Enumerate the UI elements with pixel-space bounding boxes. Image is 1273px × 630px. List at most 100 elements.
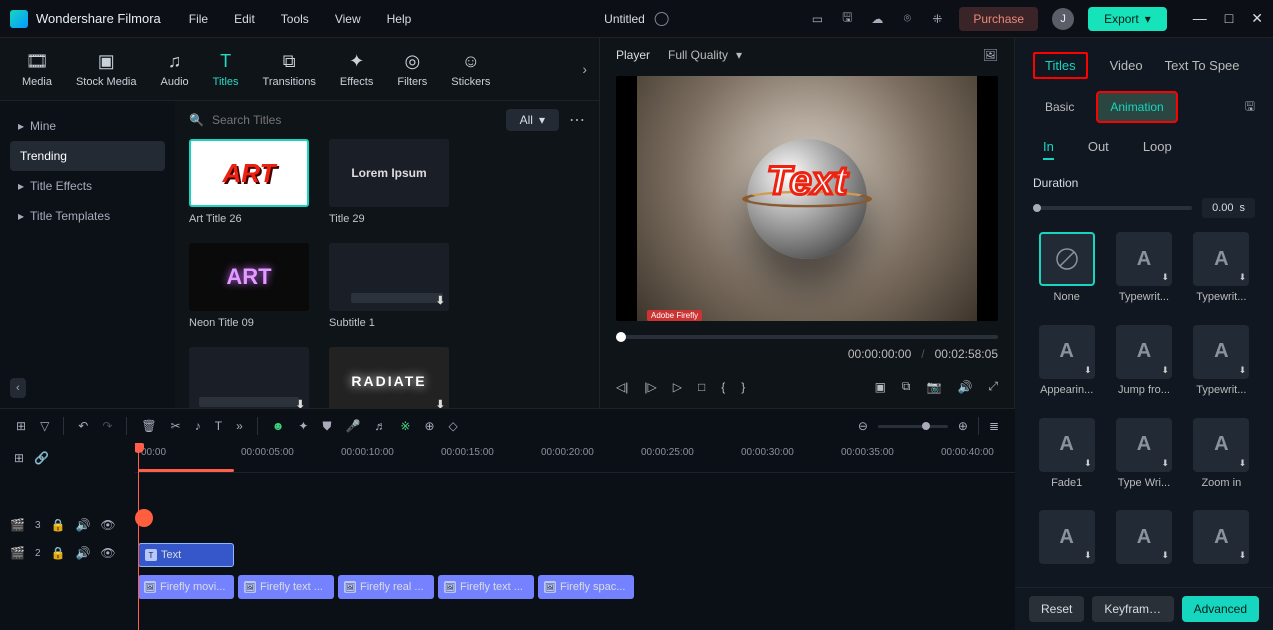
- prev-frame-icon[interactable]: ◁|: [616, 380, 628, 394]
- keyframe-icon[interactable]: ◇: [449, 419, 458, 433]
- anim-preset[interactable]: A⬇: [1188, 510, 1255, 579]
- save-icon[interactable]: 🖫: [839, 11, 855, 27]
- play-icon[interactable]: ▷: [673, 380, 682, 394]
- enhance-icon[interactable]: ✦: [298, 419, 308, 433]
- anim-preset[interactable]: A⬇Type Wri...: [1110, 418, 1177, 499]
- zoom-in-icon[interactable]: ⊕: [958, 419, 968, 433]
- anim-preset-none[interactable]: None: [1033, 232, 1100, 313]
- anim-preset[interactable]: A⬇: [1110, 510, 1177, 579]
- tab-audio[interactable]: ♫Audio: [151, 46, 199, 92]
- video-preview[interactable]: Text Adobe Firefly: [616, 76, 998, 321]
- save-preset-icon[interactable]: 🖫: [1245, 97, 1255, 118]
- play-forward-icon[interactable]: |▷: [644, 380, 656, 394]
- duration-field[interactable]: 0.00s: [1202, 198, 1255, 218]
- tab-loop[interactable]: Loop: [1143, 139, 1172, 160]
- close-button[interactable]: ✕: [1251, 10, 1263, 27]
- layout-icon[interactable]: ⊞: [16, 419, 26, 433]
- filter-all-dropdown[interactable]: All▾: [506, 109, 559, 131]
- sidebar-collapse-button[interactable]: ‹: [10, 378, 26, 398]
- mark-in-icon[interactable]: {: [721, 380, 725, 394]
- title-thumb-item[interactable]: ⬇ Subtitle 4: [189, 347, 309, 408]
- track-visible-icon[interactable]: 👁: [100, 518, 115, 532]
- tab-stock-media[interactable]: ▣Stock Media: [66, 46, 147, 92]
- apps-icon[interactable]: ⁜: [929, 11, 945, 27]
- scrub-knob[interactable]: [616, 332, 626, 342]
- device-icon[interactable]: ▭: [809, 11, 825, 27]
- export-button[interactable]: Export ▾: [1088, 7, 1167, 31]
- advanced-button[interactable]: Advanced: [1182, 596, 1259, 622]
- link-icon[interactable]: ⊕: [424, 419, 434, 433]
- sidebar-item-title-effects[interactable]: ▸Title Effects: [0, 171, 175, 201]
- pointer-icon[interactable]: ▽: [40, 419, 49, 433]
- duration-slider[interactable]: [1033, 206, 1192, 210]
- image-clip[interactable]: 🖼Firefly real ...: [338, 575, 434, 599]
- image-clip[interactable]: 🖼Firefly text ...: [238, 575, 334, 599]
- inspector-tab-titles[interactable]: Titles: [1033, 52, 1088, 79]
- ai-icon[interactable]: ☻: [272, 419, 285, 433]
- more-tools-icon[interactable]: »: [236, 419, 243, 433]
- image-clip[interactable]: 🖼Firefly movi...: [138, 575, 234, 599]
- crop-icon[interactable]: ▣: [875, 380, 886, 394]
- inspector-tab-tts[interactable]: Text To Spee: [1165, 58, 1240, 73]
- user-avatar[interactable]: J: [1052, 8, 1074, 30]
- split-icon[interactable]: ✂: [171, 419, 181, 433]
- marker-icon[interactable]: ⛊: [322, 419, 331, 434]
- anim-preset[interactable]: A⬇: [1033, 510, 1100, 579]
- menu-edit[interactable]: Edit: [234, 12, 255, 26]
- maximize-button[interactable]: □: [1225, 10, 1233, 27]
- tab-stickers[interactable]: ☺Stickers: [441, 46, 500, 92]
- auto-icon[interactable]: ※: [400, 419, 410, 433]
- snapshot-icon[interactable]: 🖼: [983, 48, 998, 62]
- menu-tools[interactable]: Tools: [281, 12, 309, 26]
- search-titles-input[interactable]: [212, 113, 496, 127]
- redo-icon[interactable]: ↷: [102, 419, 112, 433]
- music-icon[interactable]: ♬: [374, 419, 386, 433]
- title-thumb-item[interactable]: ART Neon Title 09: [189, 243, 309, 329]
- title-thumb-item[interactable]: ⬇ Subtitle 1: [329, 243, 449, 329]
- anim-preset[interactable]: A⬇Jump fro...: [1110, 325, 1177, 406]
- track-header[interactable]: 🎬3 🔒 🔊 👁: [0, 511, 135, 539]
- anim-preset[interactable]: A⬇Appearin...: [1033, 325, 1100, 406]
- purchase-button[interactable]: Purchase: [959, 7, 1038, 31]
- timeline-tracks-area[interactable]: 00:00 00:00:05:00 00:00:10:00 00:00:15:0…: [135, 443, 1015, 630]
- anim-preset[interactable]: A⬇Typewrit...: [1188, 232, 1255, 313]
- zoom-out-icon[interactable]: ⊖: [858, 419, 868, 433]
- view-list-icon[interactable]: ≣: [989, 419, 999, 433]
- tabs-scroll-right-icon[interactable]: ›: [582, 61, 587, 77]
- voiceover-icon[interactable]: 🎤: [345, 419, 360, 433]
- anim-preset[interactable]: A⬇Fade1: [1033, 418, 1100, 499]
- tab-effects[interactable]: ✦Effects: [330, 46, 383, 92]
- volume-icon[interactable]: 🔊: [957, 380, 972, 394]
- fullscreen-icon[interactable]: ⤢: [988, 379, 998, 394]
- title-thumb-item[interactable]: ART Art Title 26: [189, 139, 309, 225]
- menu-help[interactable]: Help: [387, 12, 412, 26]
- anim-preset[interactable]: A⬇Typewrit...: [1110, 232, 1177, 313]
- keyframe-panel-button[interactable]: Keyframe P...: [1092, 596, 1173, 622]
- cloud-icon[interactable]: ☁: [869, 11, 885, 27]
- menu-file[interactable]: File: [189, 12, 208, 26]
- player-quality-dropdown[interactable]: Full Quality▾: [668, 48, 742, 62]
- sidebar-item-title-templates[interactable]: ▸Title Templates: [0, 201, 175, 231]
- image-clip[interactable]: 🖼Firefly spac...: [538, 575, 634, 599]
- link-tracks-icon[interactable]: 🔗: [34, 451, 49, 465]
- track-lock-icon[interactable]: 🔒: [51, 546, 66, 560]
- menu-view[interactable]: View: [335, 12, 361, 26]
- undo-icon[interactable]: ↶: [78, 419, 88, 433]
- reset-button[interactable]: Reset: [1029, 596, 1084, 622]
- title-thumb-item[interactable]: Lorem Ipsum Title 29: [329, 139, 449, 225]
- sidebar-item-mine[interactable]: ▸Mine: [0, 111, 175, 141]
- compare-icon[interactable]: ⧉: [902, 379, 911, 394]
- timeline-ruler[interactable]: 00:00 00:00:05:00 00:00:10:00 00:00:15:0…: [135, 443, 1015, 473]
- track-visible-icon[interactable]: 👁: [100, 546, 115, 560]
- track-mute-icon[interactable]: 🔊: [75, 546, 90, 560]
- tab-out[interactable]: Out: [1088, 139, 1109, 160]
- tab-titles[interactable]: TTitles: [203, 46, 249, 92]
- subtab-animation[interactable]: Animation: [1096, 91, 1177, 123]
- headphones-icon[interactable]: ⌾: [899, 11, 915, 27]
- player-scrubber[interactable]: 00:00:00:00 / 00:02:58:05: [600, 325, 1014, 371]
- zoom-slider[interactable]: [878, 425, 948, 428]
- title-thumb-item[interactable]: RADIATE⬇ Glow Title 1: [329, 347, 449, 408]
- sidebar-item-trending[interactable]: Trending: [10, 141, 165, 171]
- tab-filters[interactable]: ◎Filters: [387, 46, 437, 92]
- track-lock-icon[interactable]: 🔒: [51, 518, 66, 532]
